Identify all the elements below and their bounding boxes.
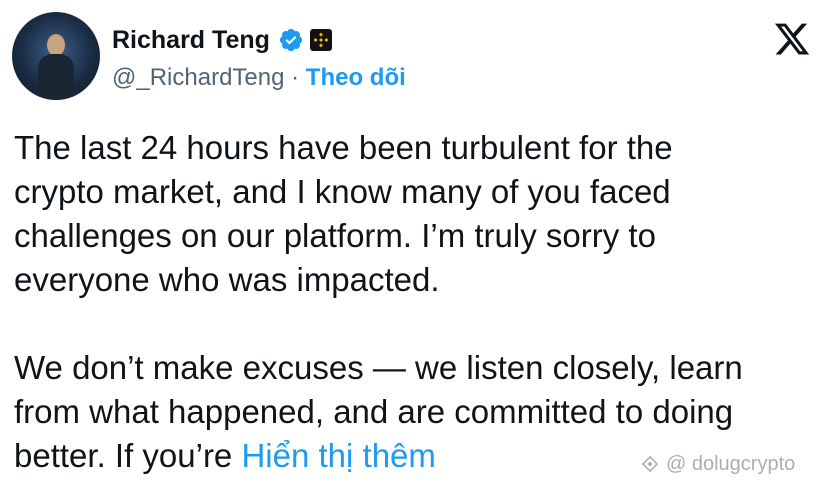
tweet-line: The last 24 hours have been turbulent fo… bbox=[14, 129, 673, 166]
author-handle[interactable]: @_RichardTeng bbox=[112, 64, 284, 91]
avatar-head bbox=[47, 34, 65, 56]
watermark-diamond-icon bbox=[641, 455, 659, 473]
handle-row: @_RichardTeng · Theo dõi bbox=[112, 62, 406, 94]
tweet-line: We don’t make excuses — we listen closel… bbox=[14, 349, 743, 386]
tweet-line: from what happened, and are committed to… bbox=[14, 393, 734, 430]
separator-dot: · bbox=[291, 64, 300, 91]
tweet-line: crypto market, and I know many of you fa… bbox=[14, 173, 671, 210]
verified-badge-icon bbox=[279, 28, 302, 52]
binance-logo-icon bbox=[309, 29, 332, 51]
tweet-text: The last 24 hours have been turbulent fo… bbox=[14, 126, 819, 478]
tweet-card: Richard Teng @_RichardTeng · Theo dõi Th… bbox=[0, 0, 829, 493]
author-name-row: Richard Teng bbox=[112, 22, 332, 58]
follow-button[interactable]: Theo dõi bbox=[306, 64, 406, 91]
avatar[interactable] bbox=[12, 12, 100, 100]
avatar-body bbox=[38, 54, 74, 100]
tweet-line: everyone who was impacted. bbox=[14, 261, 440, 298]
x-logo-icon[interactable] bbox=[772, 20, 812, 58]
author-name[interactable]: Richard Teng bbox=[112, 22, 270, 58]
tweet-line: challenges on our platform. I’m truly so… bbox=[14, 217, 656, 254]
watermark: @ dolugcrypto bbox=[640, 451, 795, 477]
show-more-link[interactable]: Hiển thị thêm bbox=[241, 437, 435, 474]
tweet-line-text: better. If you’re bbox=[14, 437, 233, 474]
watermark-text: @ dolugcrypto bbox=[666, 453, 796, 475]
